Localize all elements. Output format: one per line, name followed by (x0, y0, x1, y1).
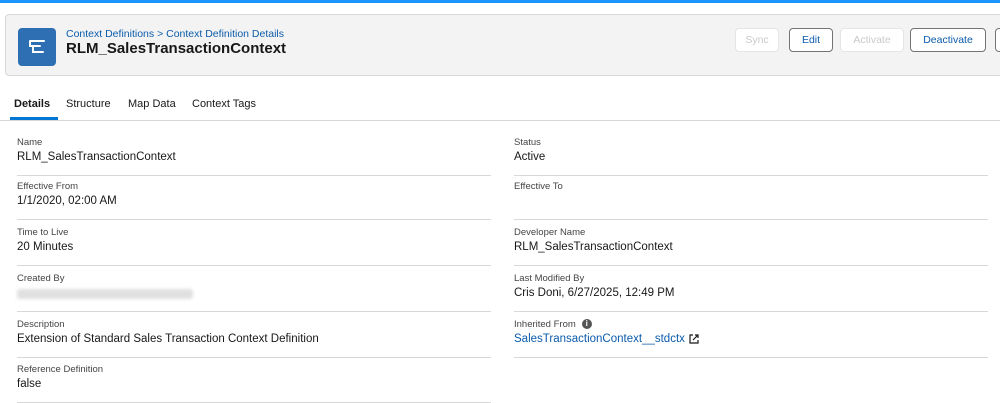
context-definition-icon (18, 28, 56, 66)
field-value: RLM_SalesTransactionContext (514, 241, 673, 253)
field-effective-to: Effective To (514, 181, 988, 220)
field-label: Reference Definition (17, 364, 104, 375)
breadcrumb-current-link[interactable]: Context Definition Details (166, 28, 284, 40)
field-name: Name RLM_SalesTransactionContext (17, 137, 491, 176)
field-label: Effective To (514, 181, 563, 192)
breadcrumb: Context Definitions > Context Definition… (66, 28, 284, 40)
field-label: Description (17, 319, 65, 330)
tab-bar: Details Structure Map Data Context Tags (0, 88, 1000, 121)
redacted-value (17, 289, 193, 299)
field-label: Effective From (17, 181, 79, 192)
hierarchy-icon (29, 40, 45, 53)
deactivate-button[interactable]: Deactivate (910, 28, 986, 52)
field-inherited-from: Inherited From i SalesTransactionContext_… (514, 319, 988, 358)
edit-button[interactable]: Edit (789, 28, 833, 52)
active-tab-indicator (10, 117, 58, 120)
tab-structure[interactable]: Structure (66, 98, 111, 110)
field-reference-definition: Reference Definition false (17, 364, 491, 403)
field-last-modified-by: Last Modified By Cris Doni, 6/27/2025, 1… (514, 273, 988, 312)
field-description: Description Extension of Standard Sales … (17, 319, 491, 358)
field-time-to-live: Time to Live 20 Minutes (17, 227, 491, 266)
tab-details[interactable]: Details (14, 98, 50, 110)
field-label: Inherited From (514, 319, 576, 330)
field-value: 1/1/2020, 02:00 AM (17, 195, 117, 207)
field-effective-from: Effective From 1/1/2020, 02:00 AM (17, 181, 491, 220)
field-label: Status (514, 137, 541, 148)
field-label: Created By (17, 273, 65, 284)
field-value: Extension of Standard Sales Transaction … (17, 333, 319, 345)
inherited-from-link-row: SalesTransactionContext__stdctx (514, 333, 700, 345)
field-created-by: Created By (17, 273, 491, 312)
tab-context-tags[interactable]: Context Tags (192, 98, 256, 110)
info-icon[interactable]: i (581, 319, 592, 330)
field-value: Cris Doni, 6/27/2025, 12:49 PM (514, 287, 675, 299)
inherited-from-link[interactable]: SalesTransactionContext__stdctx (514, 333, 685, 345)
field-label: Time to Live (17, 227, 69, 238)
field-label: Name (17, 137, 43, 148)
top-accent-stripe (0, 0, 1000, 3)
page-title: RLM_SalesTransactionContext (66, 40, 287, 57)
field-value: 20 Minutes (17, 241, 74, 253)
field-value: Active (514, 151, 546, 163)
external-link-icon[interactable] (688, 333, 700, 345)
activate-button[interactable]: Activate (840, 28, 904, 52)
field-status: Status Active (514, 137, 988, 176)
field-label: Last Modified By (514, 273, 585, 284)
breadcrumb-separator: > (157, 28, 164, 40)
field-label-row: Inherited From i (514, 319, 592, 330)
field-label: Developer Name (514, 227, 586, 238)
breadcrumb-parent-link[interactable]: Context Definitions (66, 28, 154, 40)
field-developer-name: Developer Name RLM_SalesTransactionConte… (514, 227, 988, 266)
tab-map-data[interactable]: Map Data (128, 98, 176, 110)
field-value: false (17, 378, 42, 390)
field-value: RLM_SalesTransactionContext (17, 151, 176, 163)
sync-button[interactable]: Sync (735, 28, 779, 52)
more-actions-button[interactable] (995, 28, 1000, 52)
